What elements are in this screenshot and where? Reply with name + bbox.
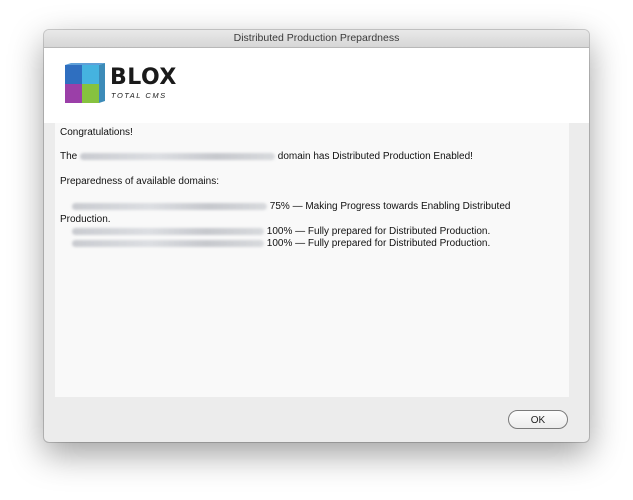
domain-row-2: 100% — Fully prepared for Distributed Pr… <box>60 226 490 239</box>
window-title: Distributed Production Prepardness <box>44 30 589 48</box>
logo-tagline: TOTAL CMS <box>111 91 167 100</box>
preparedness-heading: Preparedness of available domains: <box>60 176 219 187</box>
ok-button[interactable]: OK <box>508 410 568 429</box>
message-area: Congratulations! The domain has Distribu… <box>55 123 569 397</box>
congrats-text: Congratulations! <box>60 127 133 138</box>
domain-status-line: The domain has Distributed Production En… <box>60 151 473 164</box>
redacted-domain <box>72 202 267 210</box>
logo-wordmark: BLOX <box>110 65 177 90</box>
redacted-domain <box>72 239 264 247</box>
blox-logo: BLOX TOTAL CMS <box>63 63 193 107</box>
dialog-header: BLOX TOTAL CMS <box>44 48 589 123</box>
dialog-window: Distributed Production Prepardness BLOX … <box>44 30 589 442</box>
domain-status: 75% — Making Progress towards Enabling D… <box>269 201 511 212</box>
domain-prefix: The <box>60 151 78 162</box>
domain-suffix: domain has Distributed Production Enable… <box>277 151 473 162</box>
domain-status-continued: Production. <box>60 213 111 225</box>
blox-cube-icon <box>65 63 105 103</box>
domain-row-1: 75% — Making Progress towards Enabling D… <box>60 201 560 226</box>
domain-status: 100% — Fully prepared for Distributed Pr… <box>266 226 491 237</box>
redacted-domain <box>72 227 264 235</box>
domain-status: 100% — Fully prepared for Distributed Pr… <box>266 238 491 249</box>
redacted-domain <box>80 152 276 160</box>
domain-row-3: 100% — Fully prepared for Distributed Pr… <box>60 238 490 251</box>
